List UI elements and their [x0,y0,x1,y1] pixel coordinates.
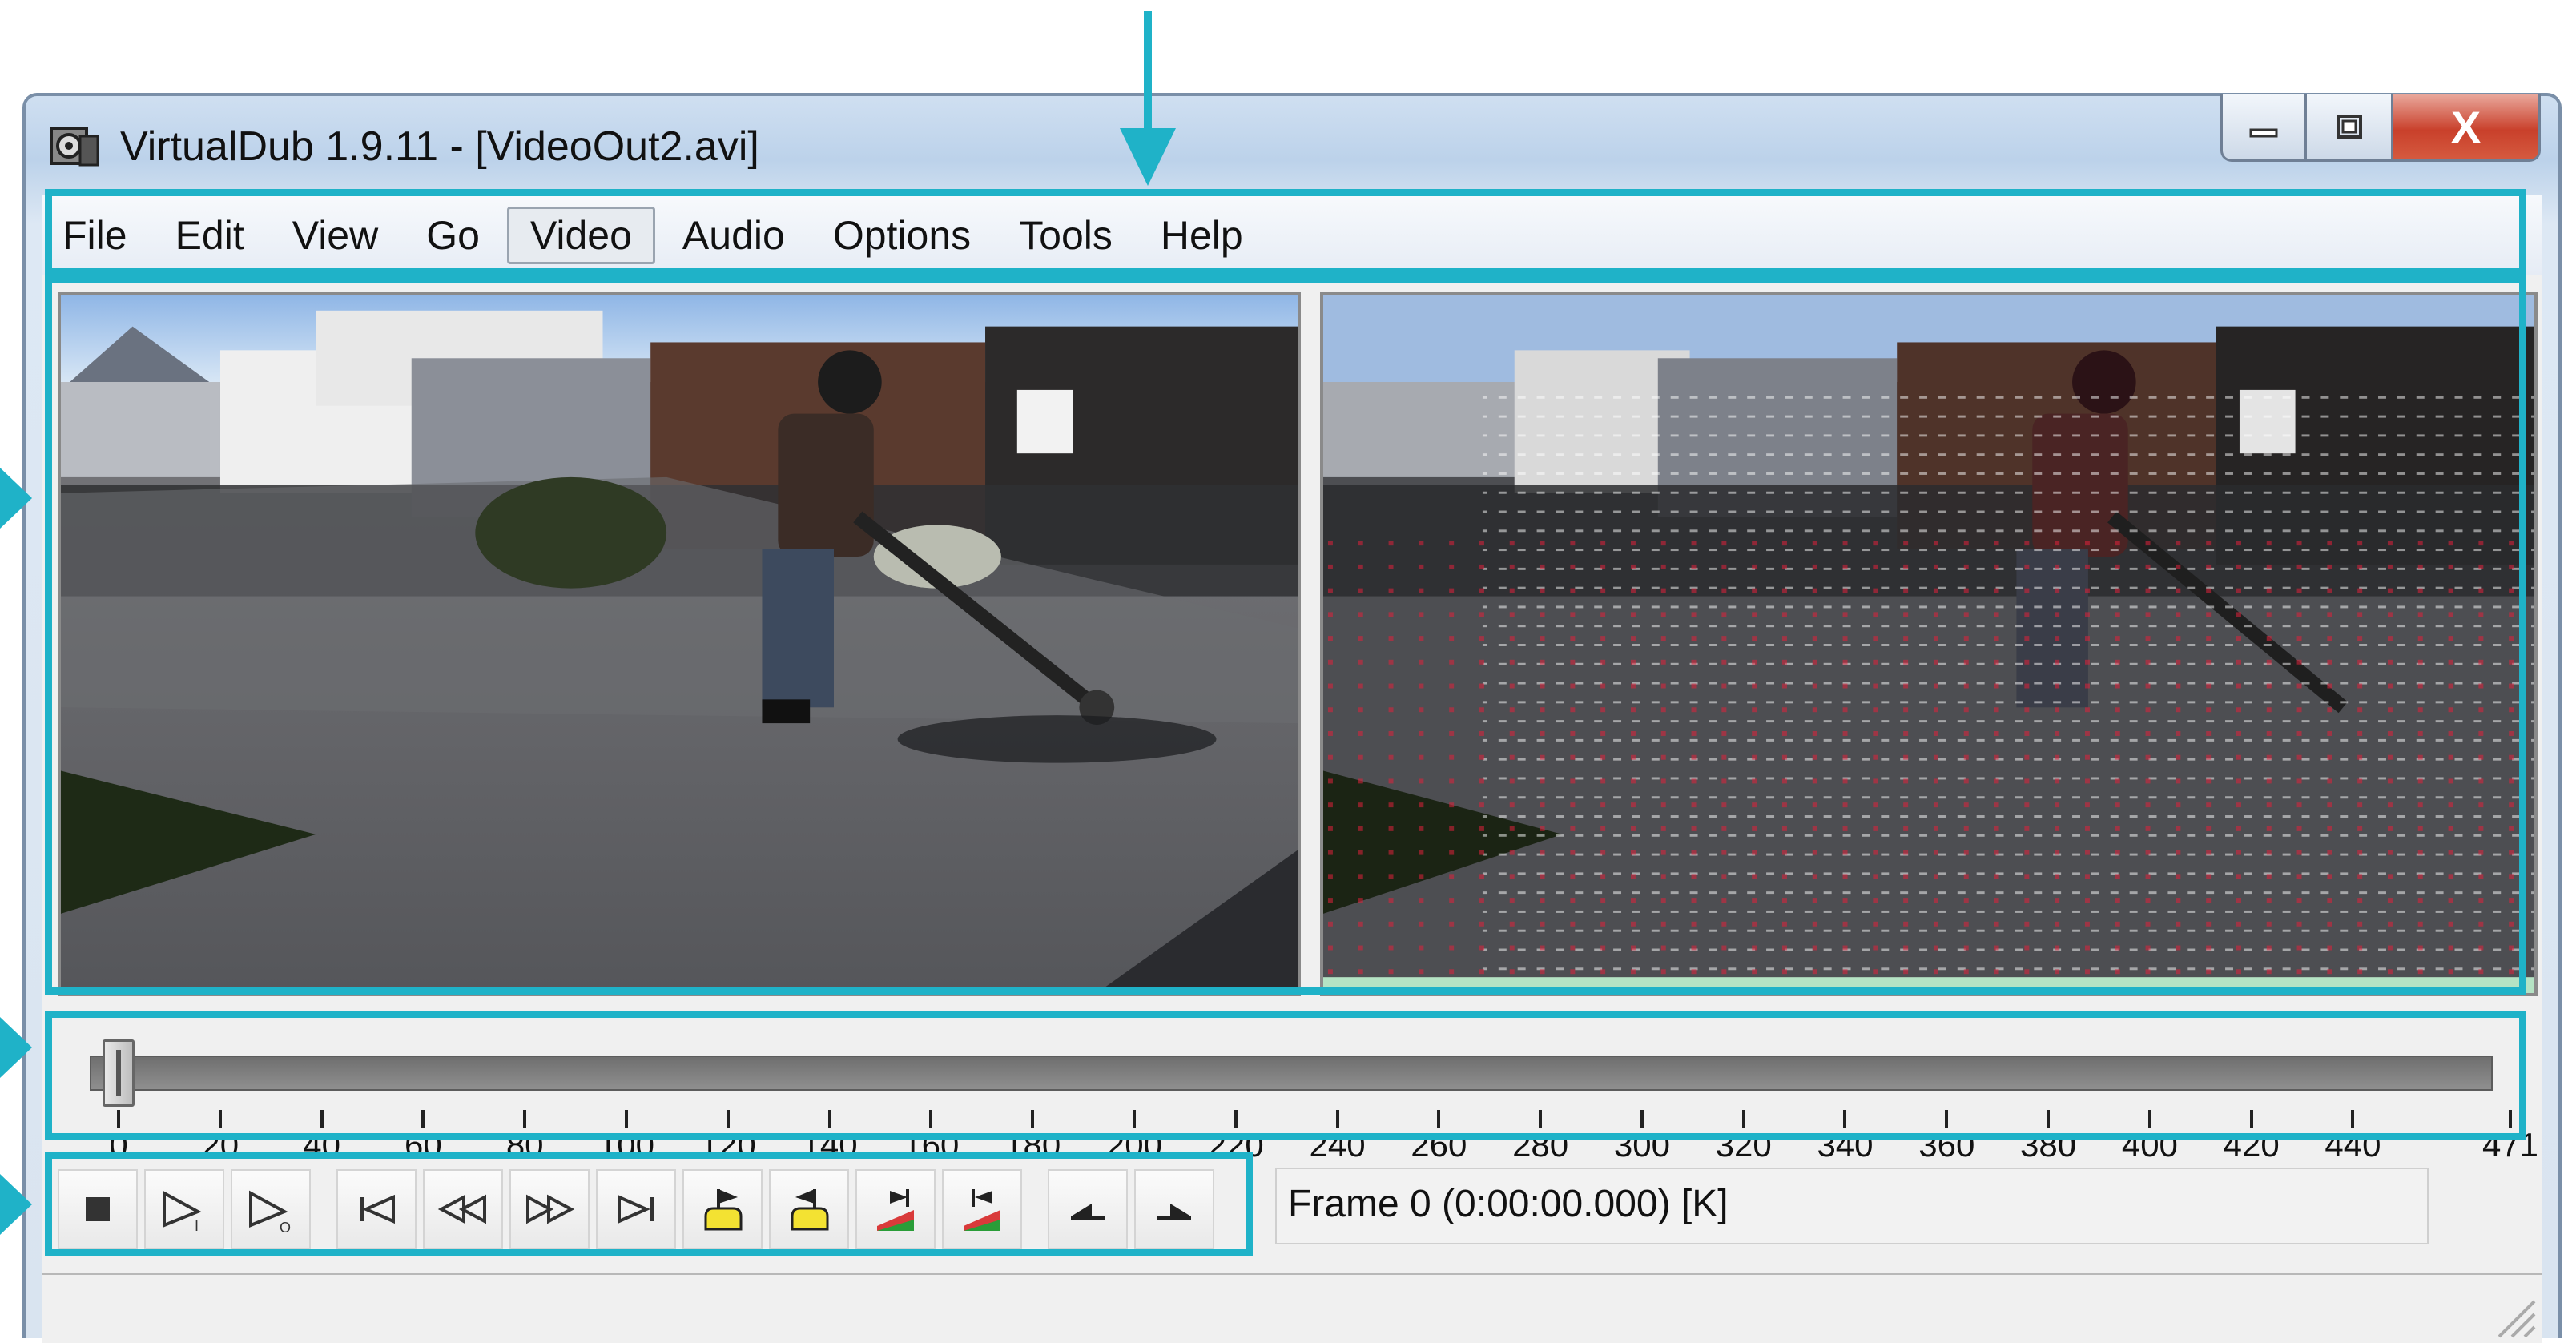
window-title: VirtualDub 1.9.11 - [VideoOut2.avi] [120,123,759,170]
video-panes-highlight [45,275,2526,995]
minimize-button[interactable] [2220,94,2307,162]
window-controls: X [2220,94,2541,165]
menu-pointer-arrow-shaft [1144,11,1152,131]
frame-status-field: Frame 0 (0:00:00.000) [K] [1275,1168,2429,1244]
menu-pointer-arrow-icon [1120,128,1176,186]
menu-bar-highlight [45,189,2526,275]
minimize-icon [2249,128,2278,137]
title-bar[interactable]: VirtualDub 1.9.11 - [VideoOut2.avi] X [26,94,2558,195]
toolbar-highlight [45,1152,1253,1256]
timeline-pointer-arrow-icon [0,1017,32,1078]
video-pointer-arrow-icon [0,468,32,529]
virtualdub-app-icon [50,127,99,167]
resize-grip-icon[interactable] [2489,1292,2538,1340]
status-bar [42,1273,2542,1343]
frame-status-text: Frame 0 (0:00:00.000) [K] [1288,1183,1729,1225]
timeline-highlight [45,1011,2526,1140]
toolbar-pointer-arrow-icon [0,1174,32,1235]
close-icon: X [2450,102,2481,152]
maximize-icon [2336,114,2362,139]
maximize-button[interactable] [2307,94,2393,162]
close-button[interactable]: X [2393,94,2541,162]
